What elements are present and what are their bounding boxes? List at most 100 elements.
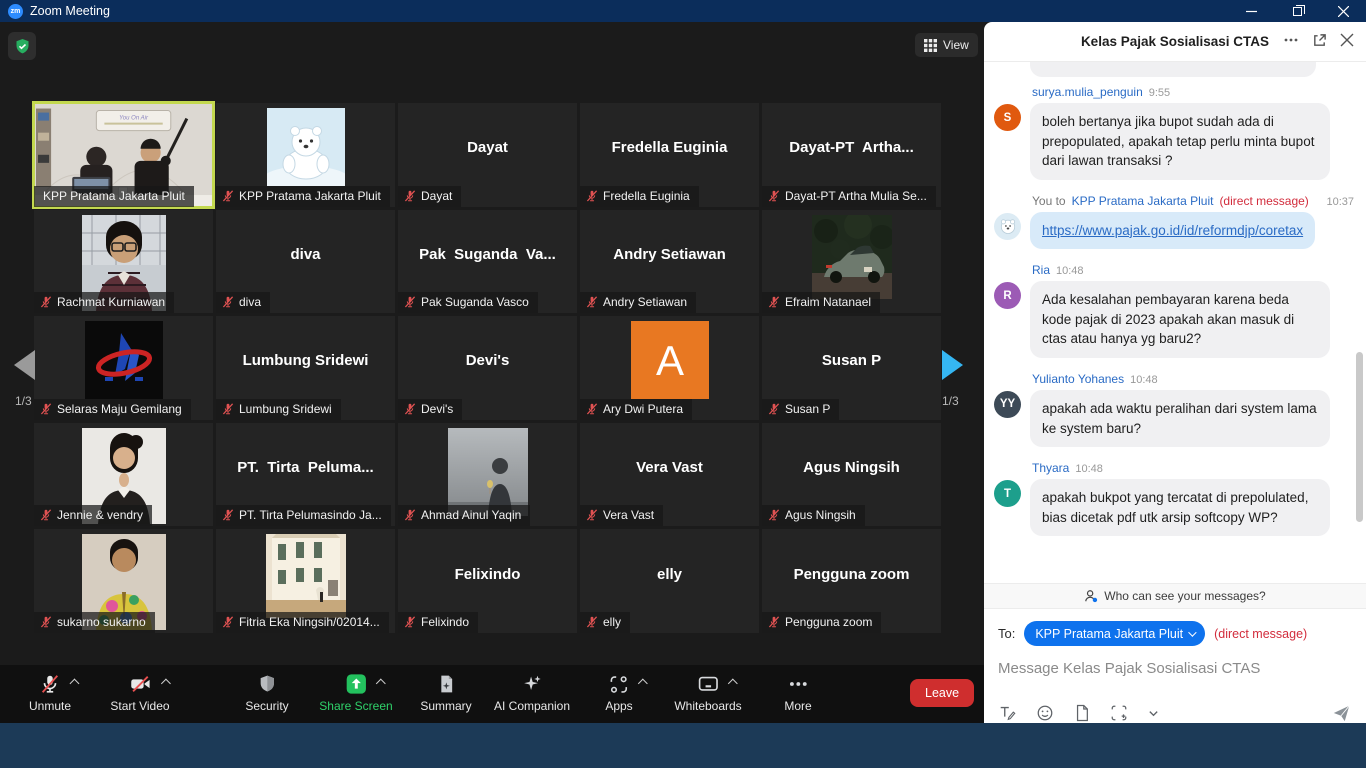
muted-mic-icon bbox=[586, 403, 598, 415]
participant-tile[interactable]: Fredella Euginia Fredella Euginia bbox=[580, 103, 759, 207]
video-options-chevron[interactable] bbox=[161, 679, 171, 689]
page-indicator: 1/3 bbox=[15, 394, 32, 408]
participant-tile[interactable]: PT. Tirta Peluma... PT. Tirta Pelumasind… bbox=[216, 423, 395, 527]
view-button[interactable]: View bbox=[915, 33, 978, 57]
muted-mic-icon bbox=[404, 190, 416, 202]
participant-tile[interactable]: Dayat-PT Artha... Dayat-PT Artha Mulia S… bbox=[762, 103, 941, 207]
more-button[interactable]: More bbox=[784, 672, 811, 713]
muted-mic-icon bbox=[222, 296, 234, 308]
participant-tile[interactable]: Rachmat Kurniawan bbox=[34, 210, 213, 314]
next-page-arrow[interactable] bbox=[942, 350, 963, 380]
participant-name-tag: Felixindo bbox=[398, 612, 478, 633]
format-text-icon[interactable] bbox=[998, 704, 1016, 722]
ai-sparkle-icon bbox=[521, 673, 543, 695]
participant-tile[interactable]: Vera Vast Vera Vast bbox=[580, 423, 759, 527]
close-button[interactable] bbox=[1320, 0, 1366, 22]
participant-tile[interactable]: Ahmad Ainul Yaqin bbox=[398, 423, 577, 527]
chat-message: S surya.mulia_penguin9:55 boleh bertanya… bbox=[994, 85, 1354, 180]
share-options-chevron[interactable] bbox=[376, 679, 386, 689]
ai-companion-button[interactable]: AI Companion bbox=[494, 672, 570, 713]
previous-page-arrow[interactable] bbox=[14, 350, 35, 380]
participant-tile[interactable]: Felixindo Felixindo bbox=[398, 529, 577, 633]
participant-name-tag: Susan P bbox=[762, 399, 839, 420]
summary-button[interactable]: Summary bbox=[420, 672, 471, 713]
participant-tile[interactable]: Andry Setiawan Andry Setiawan bbox=[580, 210, 759, 314]
muted-mic-icon bbox=[40, 403, 52, 415]
participant-name-tag: Fitria Eka Ningsih/02014... bbox=[216, 612, 389, 633]
security-shield-icon bbox=[257, 673, 277, 695]
chat-scrollbar[interactable] bbox=[1356, 352, 1363, 522]
emoji-icon[interactable] bbox=[1036, 704, 1054, 722]
chat-panel: Kelas Pajak Sosialisasi CTAS S surya.mul… bbox=[984, 22, 1366, 723]
whiteboards-options-chevron[interactable] bbox=[728, 679, 738, 689]
participant-tile[interactable]: diva diva bbox=[216, 210, 395, 314]
partial-message-bubble bbox=[1030, 62, 1316, 77]
message-input[interactable]: Message Kelas Pajak Sosialisasi CTAS bbox=[998, 660, 1352, 677]
avatar: R bbox=[994, 282, 1021, 309]
message-link[interactable]: https://www.pajak.go.id/id/reformdjp/cor… bbox=[1042, 223, 1303, 238]
leave-button[interactable]: Leave bbox=[910, 679, 974, 707]
page-indicator: 1/3 bbox=[942, 394, 959, 408]
participant-tile[interactable]: You On Air KPP Pratama Jakarta Pluit bbox=[34, 103, 213, 207]
meeting-info-shield-button[interactable] bbox=[8, 32, 36, 60]
person-privacy-icon bbox=[1084, 589, 1098, 603]
restore-button[interactable] bbox=[1274, 0, 1320, 22]
chevron-down-icon[interactable] bbox=[1148, 708, 1159, 719]
participant-tile[interactable]: Selaras Maju Gemilang bbox=[34, 316, 213, 420]
screenshot-icon[interactable] bbox=[1110, 704, 1128, 722]
participant-name-tag: Rachmat Kurniawan bbox=[34, 292, 174, 313]
avatar: YY bbox=[994, 391, 1021, 418]
whiteboards-button[interactable]: Whiteboards bbox=[674, 672, 741, 713]
muted-mic-icon bbox=[768, 616, 780, 628]
share-screen-button[interactable]: Share Screen bbox=[319, 672, 392, 713]
minimize-button[interactable] bbox=[1228, 0, 1274, 22]
participant-tile[interactable]: Jennie & vendry bbox=[34, 423, 213, 527]
participant-tile[interactable]: elly elly bbox=[580, 529, 759, 633]
attach-file-icon[interactable] bbox=[1074, 704, 1090, 722]
start-video-button[interactable]: Start Video bbox=[110, 672, 169, 713]
security-button[interactable]: Security bbox=[245, 672, 288, 713]
participant-name-tag: Selaras Maju Gemilang bbox=[34, 399, 191, 420]
participant-tile[interactable]: KPP Pratama Jakarta Pluit bbox=[216, 103, 395, 207]
unmute-button[interactable]: Unmute bbox=[29, 672, 71, 713]
participant-tile[interactable]: Pak Suganda Va... Pak Suganda Vasco bbox=[398, 210, 577, 314]
participant-tile[interactable]: Lumbung Sridewi Lumbung Sridewi bbox=[216, 316, 395, 420]
participant-grid: You On Air KPP Pratama Jakarta Pluit bbox=[34, 103, 941, 633]
participant-name-tag: diva bbox=[216, 292, 270, 313]
participant-tile[interactable]: A Ary Dwi Putera bbox=[580, 316, 759, 420]
more-dots-icon bbox=[787, 673, 809, 695]
recipient-selector[interactable]: KPP Pratama Jakarta Pluit bbox=[1024, 621, 1205, 646]
muted-mic-icon bbox=[768, 403, 780, 415]
participant-tile[interactable]: Efraim Natanael bbox=[762, 210, 941, 314]
muted-mic-icon bbox=[586, 190, 598, 202]
participant-name-tag: Andry Setiawan bbox=[580, 292, 696, 313]
zoom-meeting-window: zm Zoom Meeting View bbox=[0, 0, 1366, 768]
participant-name-tag: sukarno sukarno bbox=[34, 612, 155, 633]
message-recipient: KPP Pratama Jakarta Pluit bbox=[1072, 194, 1214, 208]
participant-tile[interactable]: Devi's Devi's bbox=[398, 316, 577, 420]
svg-text:A: A bbox=[655, 337, 683, 384]
participant-name-tag: Ary Dwi Putera bbox=[580, 399, 692, 420]
participant-tile[interactable]: Pengguna zoom Pengguna zoom bbox=[762, 529, 941, 633]
pop-out-icon[interactable] bbox=[1312, 33, 1327, 48]
to-label: To: bbox=[998, 626, 1015, 641]
message-time: 10:48 bbox=[1056, 265, 1084, 277]
apps-button[interactable]: Apps bbox=[605, 672, 632, 713]
participant-tile[interactable]: Susan P Susan P bbox=[762, 316, 941, 420]
chat-more-icon[interactable] bbox=[1283, 32, 1299, 48]
meeting-toolbar: Unmute Start Video Security Share Screen… bbox=[0, 665, 984, 723]
fog-silhouette-photo-avatar bbox=[448, 428, 528, 516]
send-icon[interactable] bbox=[1332, 703, 1352, 723]
unmute-options-chevron[interactable] bbox=[70, 679, 80, 689]
participant-tile[interactable]: Fitria Eka Ningsih/02014... bbox=[216, 529, 395, 633]
who-can-see-bar[interactable]: Who can see your messages? bbox=[984, 583, 1366, 609]
chat-close-icon[interactable] bbox=[1340, 33, 1354, 47]
message-time: 10:37 bbox=[1326, 196, 1354, 208]
participant-tile[interactable]: Agus Ningsih Agus Ningsih bbox=[762, 423, 941, 527]
apps-options-chevron[interactable] bbox=[638, 679, 648, 689]
participant-tile[interactable]: sukarno sukarno bbox=[34, 529, 213, 633]
muted-mic-icon bbox=[39, 673, 61, 695]
building-photo-avatar bbox=[266, 534, 346, 618]
muted-mic-icon bbox=[586, 296, 598, 308]
participant-tile[interactable]: Dayat Dayat bbox=[398, 103, 577, 207]
